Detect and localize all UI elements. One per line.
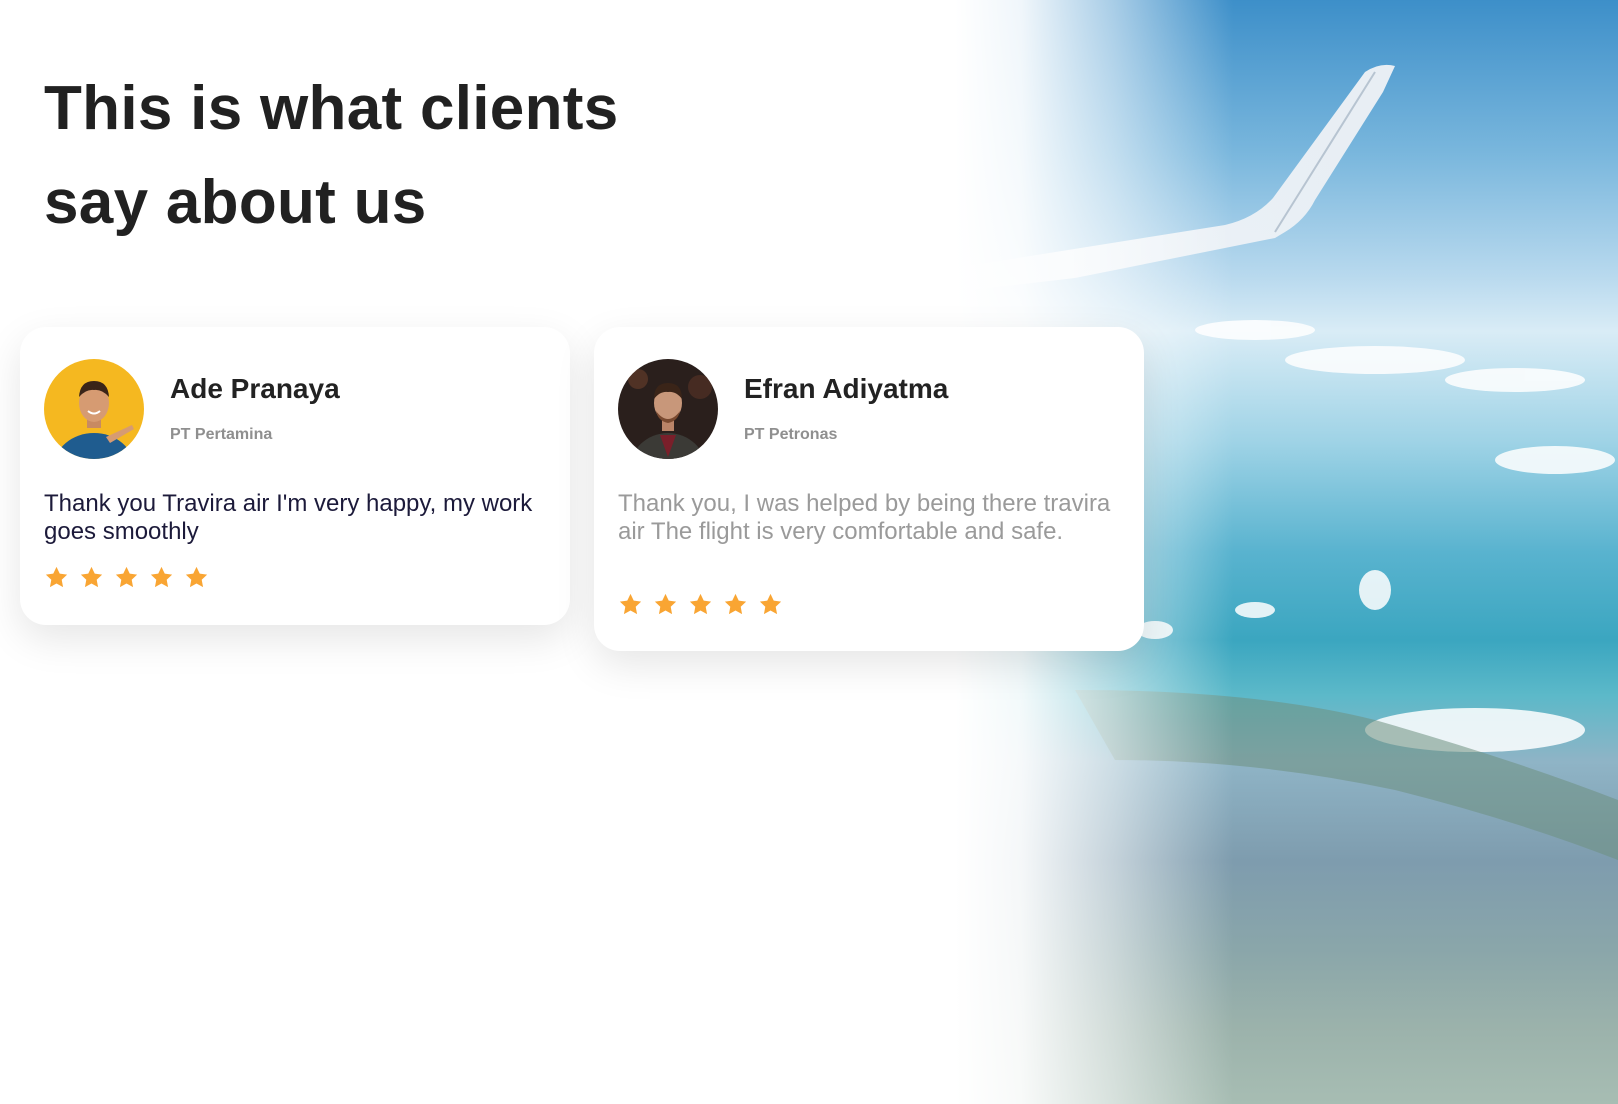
section-heading: This is what clients say about us [44, 62, 618, 250]
heading-line-1: This is what clients [44, 74, 619, 143]
star-icon [150, 566, 173, 588]
star-icon [689, 593, 712, 615]
reviewer-name: Ade Pranaya [170, 373, 340, 404]
star-icon [724, 593, 747, 615]
avatar [44, 359, 144, 459]
reviewer-company: PT Petronas [744, 426, 838, 443]
avatar [618, 359, 718, 459]
testimonial-quote: Thank you Travira air I'm very happy, my… [44, 490, 533, 545]
star-icon [619, 593, 642, 615]
star-rating [618, 592, 783, 617]
star-icon [185, 566, 208, 588]
testimonial-card: Ade Pranaya PT Pertamina Thank you Travi… [20, 327, 570, 625]
star-icon [45, 566, 68, 588]
heading-line-2: say about us [44, 168, 427, 237]
star-icon [654, 593, 677, 615]
testimonial-quote: Thank you, I was helped by being there t… [618, 490, 1111, 545]
reviewer-name: Efran Adiyatma [744, 373, 949, 404]
testimonial-card: Efran Adiyatma PT Petronas Thank you, I … [594, 327, 1144, 651]
star-icon [80, 566, 103, 588]
reviewer-company: PT Pertamina [170, 426, 273, 443]
star-icon [115, 566, 138, 588]
star-icon [759, 593, 782, 615]
star-rating [44, 565, 209, 590]
